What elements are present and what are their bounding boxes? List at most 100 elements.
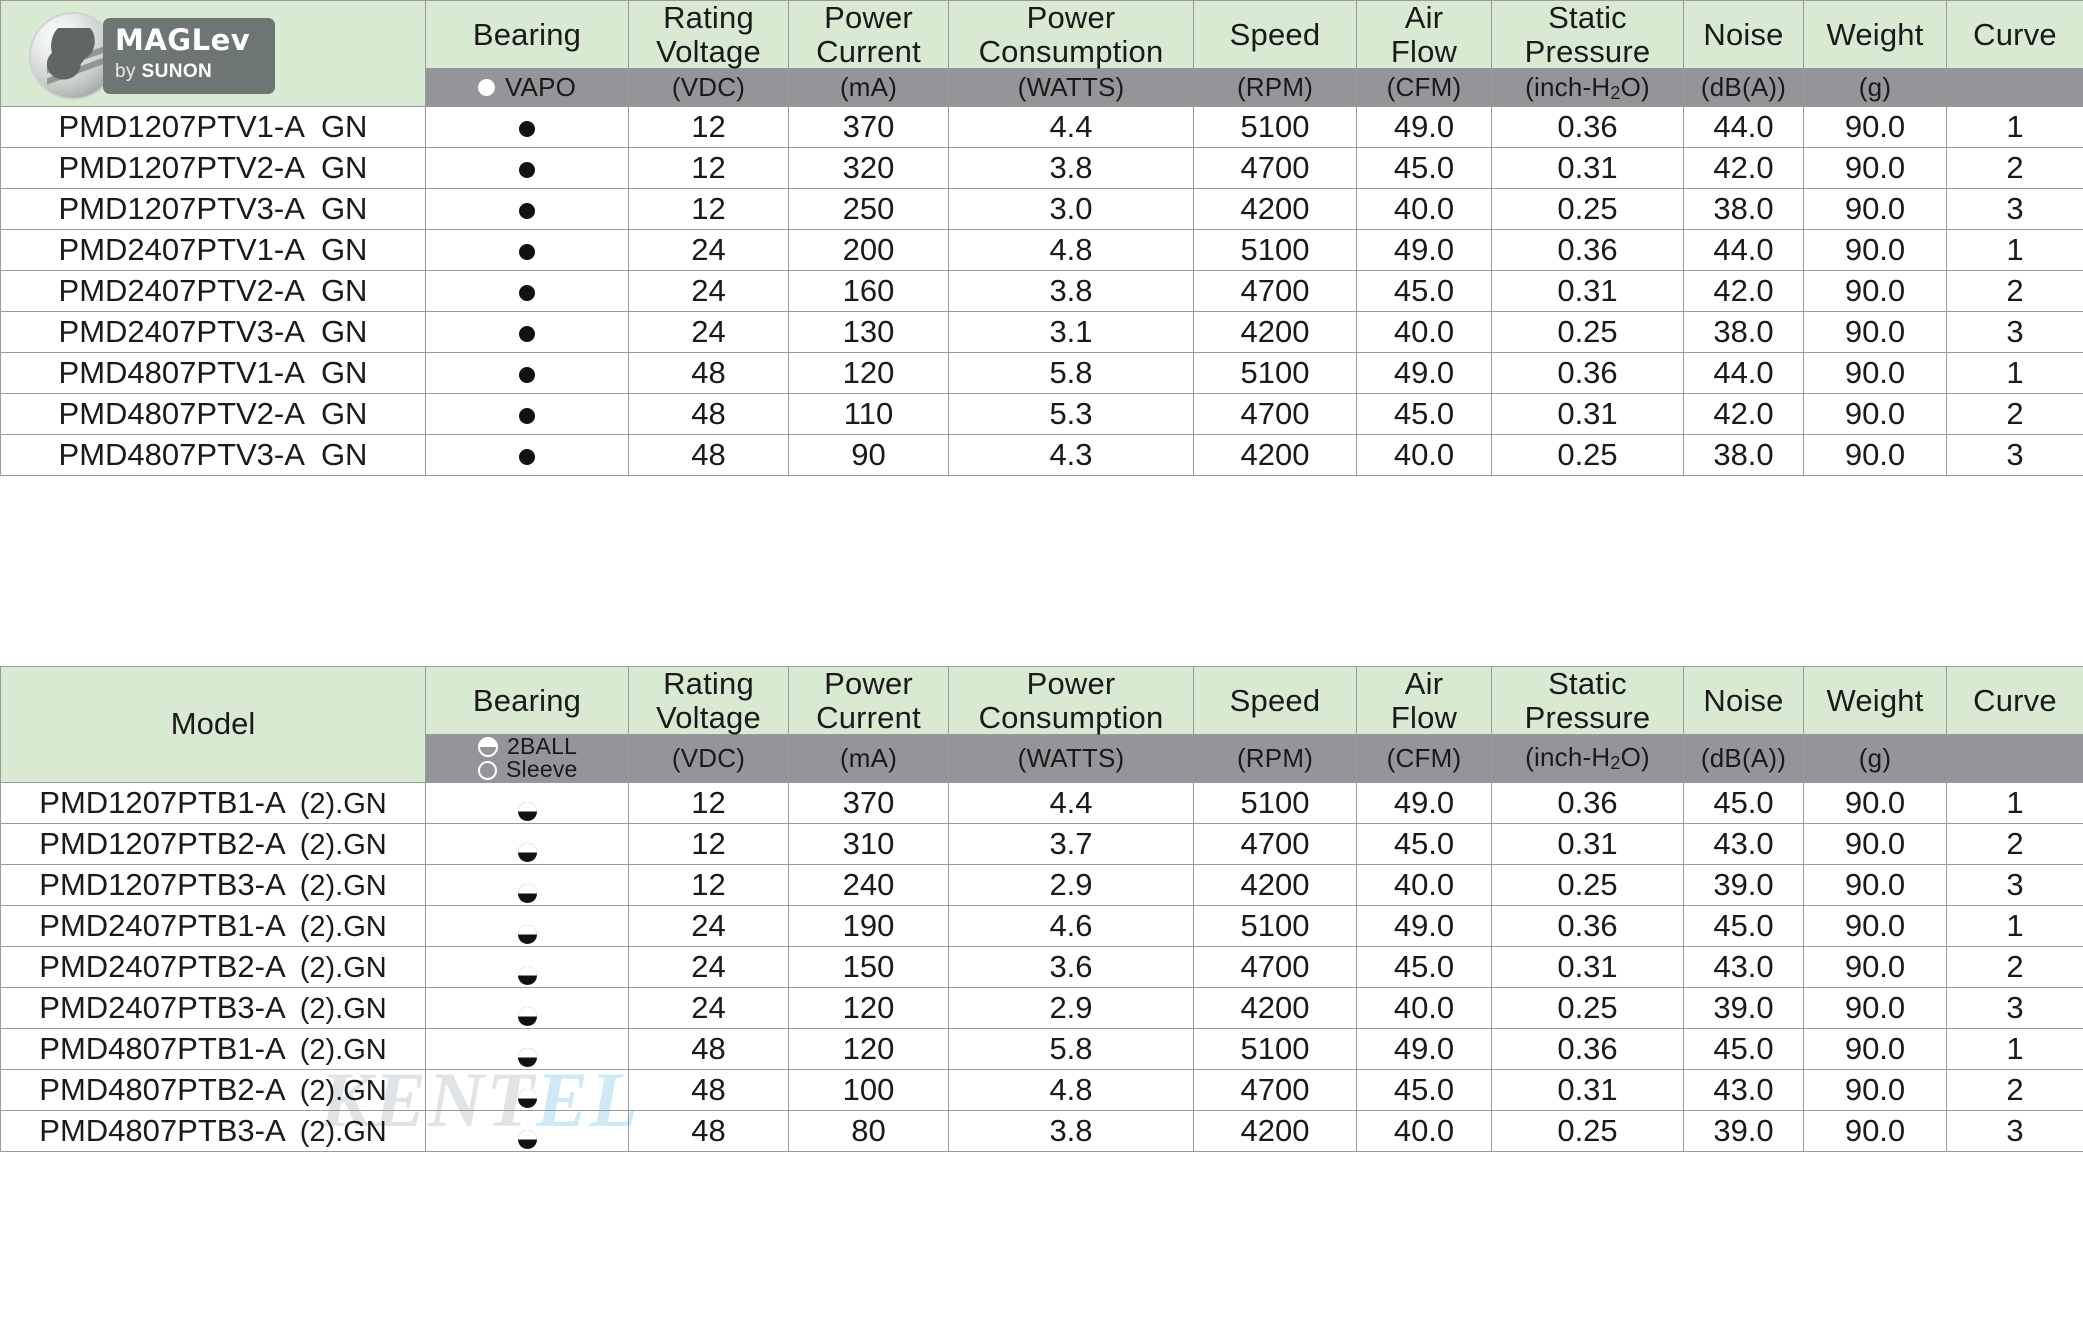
cell-model: PMD2407PTB3-A (2).GN <box>0 986 426 1029</box>
cell-model: PMD4807PTB1-A (2).GN <box>0 1027 426 1070</box>
cell-power-current: 200 <box>788 229 949 271</box>
model-suffix: GN <box>320 437 368 472</box>
hollow-circle-icon <box>478 760 497 780</box>
model-suffix: GN <box>320 273 368 308</box>
cell-power-current: 160 <box>788 270 949 312</box>
table-row[interactable]: PMD2407PTB1-A (2).GN 24 190 4.6 5100 49.0 0.36 4… <box>0 904 2083 947</box>
col-header-power-current: Power Current <box>788 0 949 69</box>
cell-rating-voltage: 48 <box>628 1109 789 1152</box>
legend-2ball-row: 2BALL <box>478 734 577 758</box>
table-row[interactable]: PMD4807PTV1-A GN 48 120 5.8 5100 49.0 0.36 44.0 9… <box>0 352 2083 394</box>
cell-power-consumption: 5.8 <box>948 352 1194 394</box>
table-row[interactable]: PMD4807PTB1-A (2).GN 48 120 5.8 5100 49.0 0.36 4… <box>0 1027 2083 1070</box>
unit-voltage: (VDC) <box>628 68 789 107</box>
cell-noise: 39.0 <box>1683 986 1804 1029</box>
cell-power-consumption: 3.1 <box>948 311 1194 353</box>
cell-power-consumption: 3.6 <box>948 945 1194 988</box>
model-name: PMD4807PTB1-A <box>39 1030 286 1066</box>
unit-current-2: (mA) <box>788 734 949 783</box>
table-row[interactable]: PMD4807PTB3-A (2).GN 48 80 3.8 4200 40.0 0.25 39… <box>0 1109 2083 1152</box>
cell-model: PMD2407PTV2-A GN <box>0 270 426 312</box>
model-name: PMD1207PTB2-A <box>39 825 286 861</box>
table-row[interactable]: PMD2407PTB2-A (2).GN 24 150 3.6 4700 45.0 0.31 4… <box>0 945 2083 988</box>
col-header-curve-2: Curve <box>1946 666 2083 735</box>
table-row[interactable]: PMD2407PTV2-A GN 24 160 3.8 4700 45.0 0.31 42.0 9… <box>0 270 2083 312</box>
cell-rating-voltage: 48 <box>628 1068 789 1111</box>
table-two-body: PMD1207PTB1-A (2).GN 12 370 4.4 5100 49.0 0.36 4… <box>0 781 2083 1152</box>
rating-voltage-line2-2: Voltage <box>656 699 761 735</box>
model-name: PMD2407PTV1-A <box>58 232 305 267</box>
table-row[interactable]: PMD1207PTV1-A GN 12 370 4.4 5100 49.0 0.36 44.0 9… <box>0 106 2083 148</box>
cell-air-flow: 49.0 <box>1356 106 1492 148</box>
model-suffix: GN <box>320 314 368 349</box>
table-row[interactable]: PMD1207PTB1-A (2).GN 12 370 4.4 5100 49.0 0.36 4… <box>0 781 2083 824</box>
unit-voltage-2: (VDC) <box>628 734 789 783</box>
cell-speed: 4700 <box>1193 270 1357 312</box>
table-row[interactable]: PMD2407PTB3-A (2).GN 24 120 2.9 4200 40.0 0.25 3… <box>0 986 2083 1029</box>
cell-power-current: 90 <box>788 434 949 476</box>
table-row[interactable]: PMD1207PTV2-A GN 12 320 3.8 4700 45.0 0.31 42.0 9… <box>0 147 2083 189</box>
col-header-model: Model <box>0 666 426 783</box>
col-header-static-pressure: Static Pressure <box>1491 0 1684 69</box>
col-header-weight-2: Weight <box>1803 666 1947 735</box>
cell-power-consumption: 4.6 <box>948 904 1194 947</box>
cell-air-flow: 45.0 <box>1356 147 1492 189</box>
rating-voltage-line2: Voltage <box>656 33 761 69</box>
unit-curve-2 <box>1946 734 2083 783</box>
cell-speed: 5100 <box>1193 229 1357 271</box>
cell-air-flow: 45.0 <box>1356 270 1492 312</box>
model-suffix: (2).GN <box>299 828 387 861</box>
cell-noise: 38.0 <box>1683 434 1804 476</box>
cell-curve: 1 <box>1946 781 2083 824</box>
model-name: PMD1207PTV2-A <box>58 150 305 185</box>
maglev-logo: MAGLev by SUNON <box>29 11 279 100</box>
table-row[interactable]: PMD4807PTV3-A GN 48 90 4.3 4200 40.0 0.25 38.0 90… <box>0 434 2083 476</box>
cell-power-current: 120 <box>788 1027 949 1070</box>
table-row[interactable]: PMD4807PTB2-A (2).GN 48 100 4.8 4700 45.0 0.31 4… <box>0 1068 2083 1111</box>
air-flow-line2: Flow <box>1390 33 1458 69</box>
vapo-bearing-table-wrapper: MAGLev by SUNON Bearing Rating Voltage P… <box>0 0 2083 476</box>
unit-static-pressure-2: (inch-H2O) <box>1491 734 1684 783</box>
cell-bearing <box>425 188 629 230</box>
table-row[interactable]: PMD1207PTB3-A (2).GN 12 240 2.9 4200 40.0 0.25 3… <box>0 863 2083 906</box>
table-row[interactable]: PMD2407PTV3-A GN 24 130 3.1 4200 40.0 0.25 38.0 9… <box>0 311 2083 353</box>
model-suffix: (2).GN <box>299 910 387 943</box>
static-pressure-line1-2: Static <box>1548 666 1627 702</box>
cell-model: PMD2407PTB2-A (2).GN <box>0 945 426 988</box>
cell-static-pressure: 0.36 <box>1491 229 1684 271</box>
cell-bearing <box>425 945 629 988</box>
cell-air-flow: 45.0 <box>1356 945 1492 988</box>
cell-power-current: 370 <box>788 106 949 148</box>
cell-model: PMD4807PTB2-A (2).GN <box>0 1068 426 1111</box>
cell-model: PMD2407PTB1-A (2).GN <box>0 904 426 947</box>
table-row[interactable]: PMD4807PTV2-A GN 48 110 5.3 4700 45.0 0.31 42.0 9… <box>0 393 2083 435</box>
cell-power-current: 80 <box>788 1109 949 1152</box>
ball-bearing-table: Model Bearing Rating Voltage Power Curre… <box>0 666 2083 1152</box>
cell-curve: 3 <box>1946 863 2083 906</box>
quartered-circle-icon <box>517 958 538 986</box>
col-header-bearing-2: Bearing <box>425 666 629 735</box>
cell-rating-voltage: 24 <box>628 229 789 271</box>
cell-curve: 2 <box>1946 822 2083 865</box>
unit-consumption: (WATTS) <box>948 68 1194 107</box>
cell-weight: 90.0 <box>1803 311 1947 353</box>
unit-speed: (RPM) <box>1193 68 1357 107</box>
table-row[interactable]: PMD1207PTV3-A GN 12 250 3.0 4200 40.0 0.25 38.0 9… <box>0 188 2083 230</box>
cell-curve: 3 <box>1946 1109 2083 1152</box>
cell-power-consumption: 4.8 <box>948 229 1194 271</box>
filled-circle-icon <box>519 120 535 137</box>
cell-speed: 4700 <box>1193 945 1357 988</box>
cell-bearing <box>425 1027 629 1070</box>
power-consumption-line1: Power <box>1026 0 1116 36</box>
cell-model: PMD1207PTB3-A (2).GN <box>0 863 426 906</box>
table-row[interactable]: PMD1207PTB2-A (2).GN 12 310 3.7 4700 45.0 0.31 4… <box>0 822 2083 865</box>
table-row[interactable]: PMD2407PTV1-A GN 24 200 4.8 5100 49.0 0.36 44.0 9… <box>0 229 2083 271</box>
cell-noise: 43.0 <box>1683 945 1804 988</box>
cell-model: PMD1207PTV3-A GN <box>0 188 426 230</box>
cell-noise: 43.0 <box>1683 822 1804 865</box>
cell-air-flow: 45.0 <box>1356 1068 1492 1111</box>
cell-weight: 90.0 <box>1803 352 1947 394</box>
filled-circle-icon <box>519 243 535 260</box>
cell-air-flow: 49.0 <box>1356 904 1492 947</box>
cell-curve: 2 <box>1946 393 2083 435</box>
